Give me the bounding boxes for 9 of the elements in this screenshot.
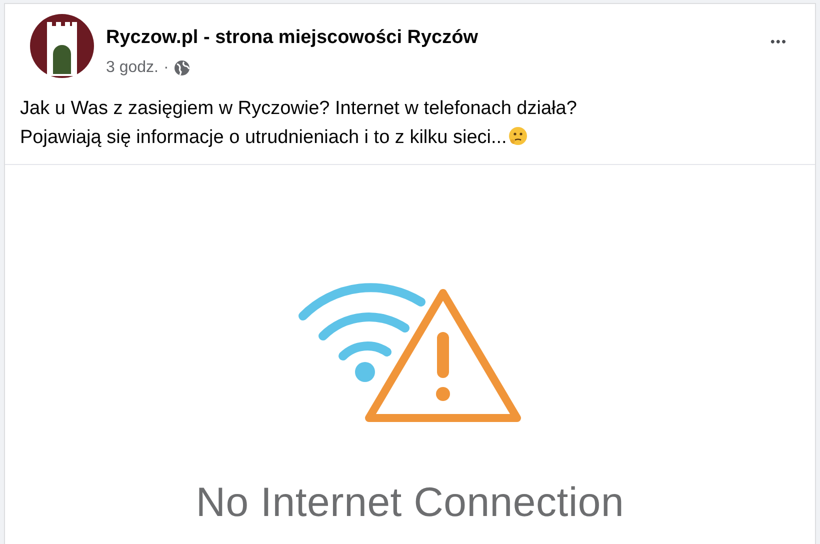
page-avatar[interactable] <box>30 14 94 78</box>
post-time[interactable]: 3 godz. <box>106 56 158 80</box>
page-name[interactable]: Ryczow.pl - strona miejscowości Ryczów <box>106 26 478 50</box>
globe-icon <box>174 60 190 76</box>
separator: · <box>163 58 169 78</box>
image-caption: No Internet Connection <box>196 478 624 527</box>
post-text: Jak u Was z zasięgiem w Ryczowie? Internet w telefonach działa? Pojawiają się informacje o utrudnieniach i to z kilku sieci... <box>19 97 578 150</box>
more-options-button[interactable]: ••• <box>758 32 799 52</box>
thinking-face-icon <box>508 126 528 146</box>
